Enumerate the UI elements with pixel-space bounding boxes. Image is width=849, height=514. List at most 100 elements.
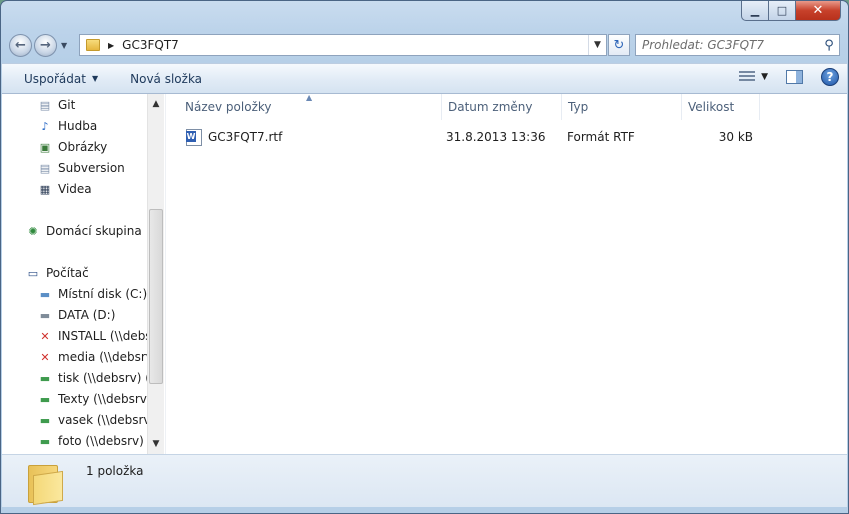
local-disk-icon: ▬ [39, 287, 51, 301]
column-header-name[interactable]: ▲ Název položky [166, 93, 442, 120]
search-icon[interactable]: ⚲ [819, 38, 839, 53]
sidebar-item-label: Hudba [58, 119, 98, 133]
background-title-ghost [11, 11, 731, 27]
sidebar-item-label: Texty (\\debsrv) ( [58, 392, 161, 406]
file-date: 31.8.2013 13:36 [446, 130, 546, 144]
command-bar: Uspořádat ▼ Nová složka ▼ ? [2, 63, 847, 94]
sidebar-item-label: Místní disk (C:) [58, 287, 148, 301]
network-drive-icon: ▬ [39, 392, 51, 406]
sidebar-item-label: Videa [58, 182, 92, 196]
file-row[interactable]: GC3FQT7.rtf 31.8.2013 13:36 Formát RTF 3… [166, 127, 847, 147]
preview-pane-icon[interactable] [786, 70, 803, 84]
rtf-document-icon [186, 128, 202, 146]
subversion-library-icon: ▤ [39, 161, 51, 175]
network-drive-icon: ▬ [39, 434, 51, 448]
video-film-icon: ▦ [39, 182, 51, 196]
column-header-size-label: Velikost [688, 100, 735, 114]
sidebar-item[interactable]: ✕ media (\\debsrv) [37, 347, 158, 367]
navigation-bar: ← → ▼ ▶ GC3FQT7 ▼ ↻ ⚲ [9, 32, 840, 58]
navigation-scrollbar[interactable]: ▲ ▼ [147, 94, 164, 454]
sidebar-item-label: Domácí skupina [46, 224, 142, 238]
sidebar-item[interactable]: ▬ tisk (\\debsrv) (P: [37, 368, 161, 388]
column-header-type-label: Typ [568, 100, 589, 114]
minimize-button[interactable]: ▁ [741, 1, 768, 21]
view-options-dropdown[interactable]: ▼ [761, 72, 768, 82]
forward-arrow-icon: → [40, 37, 51, 53]
column-header-date[interactable]: Datum změny [442, 94, 562, 120]
change-view-icon[interactable] [739, 71, 756, 83]
file-name: GC3FQT7.rtf [208, 130, 283, 144]
sidebar-item-label: media (\\debsrv) [58, 350, 158, 364]
sidebar-item[interactable]: ✕ INSTALL (\\debsr [37, 326, 157, 346]
scroll-up-arrow-icon[interactable]: ▲ [148, 96, 164, 112]
sidebar-item-label: Git [58, 98, 76, 112]
file-list: ▲ Název položky Datum změny Typ Velikost… [165, 93, 847, 454]
maximize-button[interactable]: □ [768, 1, 795, 21]
organize-button[interactable]: Uspořádat ▼ [2, 72, 112, 86]
refresh-icon: ↻ [613, 37, 625, 53]
file-size: 30 kB [718, 130, 753, 144]
back-button[interactable]: ← [9, 33, 32, 57]
address-history-dropdown[interactable]: ▼ [588, 35, 606, 55]
sidebar-item-label: Počítač [46, 266, 89, 280]
file-type: Formát RTF [567, 130, 635, 144]
sidebar-item-label: vasek (\\debsrv) [58, 413, 156, 427]
scroll-down-arrow-icon[interactable]: ▼ [148, 436, 164, 452]
sidebar-item[interactable]: ♪ Hudba [37, 116, 97, 136]
item-count: 1 položka [86, 464, 144, 478]
sidebar-item-label: foto (\\debsrv) (Z [58, 434, 161, 448]
file-name-cell: GC3FQT7.rtf [186, 127, 282, 147]
refresh-button[interactable]: ↻ [608, 34, 630, 56]
sidebar-item[interactable]: ▭ Počítač [25, 263, 89, 283]
column-header-date-label: Datum změny [448, 100, 533, 114]
column-header-size[interactable]: Velikost [682, 94, 760, 120]
homegroup-icon: ✺ [28, 224, 38, 238]
sidebar-item-label: DATA (D:) [58, 308, 116, 322]
music-note-icon: ♪ [41, 119, 49, 133]
breadcrumb-current-folder[interactable]: GC3FQT7 [122, 38, 179, 52]
toolbar-right-group: ▼ ? [739, 68, 839, 86]
sidebar-item[interactable]: ▤ Subversion [37, 158, 125, 178]
network-drive-icon: ▬ [39, 371, 51, 385]
sidebar-item[interactable]: ▬ vasek (\\debsrv) [37, 410, 155, 430]
sidebar-item-label: tisk (\\debsrv) (P: [58, 371, 162, 385]
organize-label: Uspořádat [24, 71, 86, 86]
sidebar-item[interactable]: ▦ Videa [37, 179, 92, 199]
disconnected-network-drive-icon: ✕ [40, 329, 50, 343]
sidebar-item[interactable]: ▬ Texty (\\debsrv) ( [37, 389, 160, 409]
sidebar-item-label: Subversion [58, 161, 125, 175]
explorer-window: ▁ □ ✕ ← → ▼ ▶ GC3FQT7 ▼ ↻ ⚲ Uspořádat ▼ [0, 0, 849, 514]
disconnected-network-drive-icon: ✕ [40, 350, 50, 364]
details-pane: 1 položka [2, 454, 847, 507]
column-header-name-label: Název položky [185, 100, 272, 114]
computer-icon: ▭ [27, 266, 39, 280]
search-input[interactable] [636, 38, 819, 52]
chevron-down-icon: ▼ [91, 74, 99, 83]
network-drive-icon: ▬ [39, 413, 51, 427]
close-button[interactable]: ✕ [795, 1, 841, 21]
sidebar-item[interactable]: ▣ Obrázky [37, 137, 107, 157]
main-area: ▤ Git ♪ Hudba ▣ Obrázky ▤ Subversion ▦ Videa ✺ Domá… [2, 93, 847, 454]
help-icon[interactable]: ? [821, 68, 839, 86]
recent-pages-dropdown[interactable]: ▼ [61, 41, 71, 50]
address-bar[interactable]: ▶ GC3FQT7 ▼ [79, 34, 607, 56]
search-box: ⚲ [635, 34, 840, 56]
column-header-type[interactable]: Typ [562, 94, 682, 120]
sidebar-item[interactable]: ▬ DATA (D:) [37, 305, 116, 325]
sidebar-item-label: Obrázky [58, 140, 108, 154]
sidebar-item-label: INSTALL (\\debsr [58, 329, 157, 343]
caption-buttons: ▁ □ ✕ [741, 1, 841, 21]
pictures-icon: ▣ [39, 140, 51, 154]
breadcrumb-chevron-icon[interactable]: ▶ [108, 41, 114, 50]
forward-button[interactable]: → [34, 33, 57, 57]
sort-ascending-icon: ▲ [306, 93, 313, 102]
sidebar-item[interactable]: ✺ Domácí skupina [25, 221, 142, 241]
new-folder-button[interactable]: Nová složka [112, 72, 216, 86]
sidebar-item[interactable]: ▬ Místní disk (C:) [37, 284, 147, 304]
sidebar-item[interactable]: ▤ Git [37, 95, 76, 115]
back-arrow-icon: ← [15, 37, 26, 53]
new-folder-label: Nová složka [130, 71, 203, 86]
sidebar-item[interactable]: ▬ foto (\\debsrv) (Z [37, 431, 161, 451]
folder-large-icon [28, 463, 64, 506]
scrollbar-thumb[interactable] [149, 209, 163, 384]
